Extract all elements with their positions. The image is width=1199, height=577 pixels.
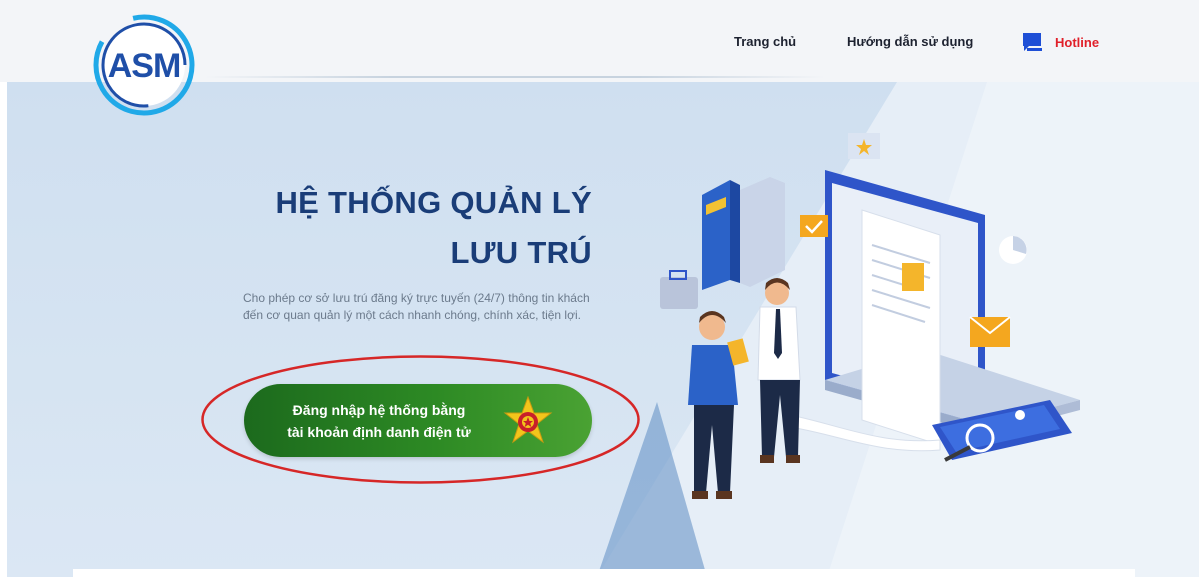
chat-icon: [1023, 33, 1042, 51]
hotline-label: Hotline: [1055, 34, 1100, 50]
title-line-1: HỆ THỐNG QUẢN LÝ: [275, 185, 592, 220]
bottom-card-strip: [73, 569, 1135, 577]
header-divider: [205, 76, 825, 78]
login-label-line-1: Đăng nhập hệ thống bằng: [292, 402, 466, 418]
police-emblem-icon: [503, 396, 553, 444]
hero-description: Cho phép cơ sở lưu trú đăng ký trực tuyế…: [243, 291, 590, 322]
page-title: HỆ THỐNG QUẢN LÝ LƯU TRÚ: [232, 178, 592, 278]
login-eid-button[interactable]: Đăng nhập hệ thống bằng tài khoản định d…: [244, 384, 592, 457]
nav-guide-link[interactable]: Hướng dẫn sử dụng: [847, 34, 973, 52]
asm-logo[interactable]: ASM: [92, 13, 196, 117]
login-button-label: Đăng nhập hệ thống bằng tài khoản định d…: [244, 399, 514, 443]
logo-text: ASM: [108, 47, 181, 85]
title-line-2: LƯU TRÚ: [450, 235, 592, 270]
login-label-line-2: tài khoản định danh điện tử: [287, 424, 471, 440]
nav-home-link[interactable]: Trang chủ: [734, 34, 796, 52]
hotline-link[interactable]: Hotline: [1021, 30, 1099, 54]
hero-illustration: [660, 133, 1080, 499]
